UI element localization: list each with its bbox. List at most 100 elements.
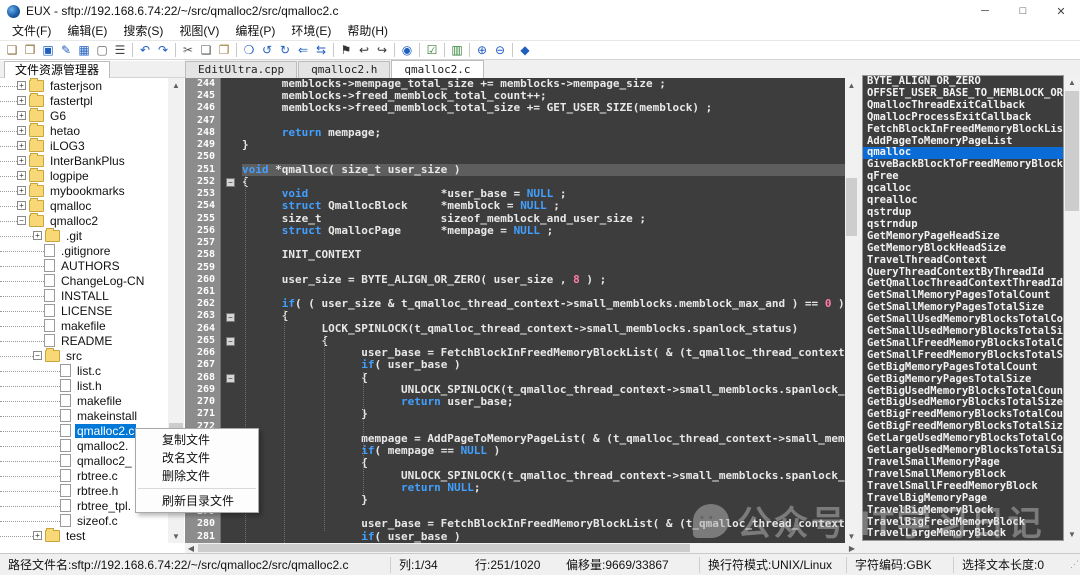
code-line[interactable]: user_size = BYTE_ALIGN_OR_ZERO( user_siz… [242,274,845,286]
code-line[interactable]: return mempage; [242,127,845,139]
function-list-item[interactable]: GiveBackBlockToFreedMemoryBlockLi [863,159,1063,171]
function-list-item[interactable]: GetMemoryBlockHeadSize [863,243,1063,255]
tree-item-fastertpl[interactable]: +fastertpl [0,93,185,108]
function-list-item[interactable]: GetSmallFreedMemoryBlocksTotalSiz [863,350,1063,362]
editor-hscrollbar[interactable]: ◀ ▶ [185,543,858,553]
tree-item-label[interactable]: hetao [48,124,82,138]
tree-item-g6[interactable]: +G6 [0,108,185,123]
tree-item--git[interactable]: + .git [0,228,185,243]
tree-item-label[interactable]: ChangeLog-CN [59,274,146,288]
expand-icon[interactable]: + [33,231,42,240]
menu-item[interactable]: 视图(V) [171,22,227,40]
function-list-item[interactable]: qstrdup [863,207,1063,219]
tree-item-label[interactable]: makeinstall [75,409,139,423]
tree-item-ilog3[interactable]: +iLOG3 [0,138,185,153]
find-prev-icon[interactable]: ↺ [258,42,276,59]
menu-item[interactable]: 帮助(H) [339,22,396,40]
function-list-item[interactable]: GetLargeUsedMemoryBlocksTotalSize [863,445,1063,457]
explorer-title-tab[interactable]: 文件资源管理器 [4,61,110,78]
function-list-item[interactable]: GetBigMemoryPagesTotalCount [863,362,1063,374]
editor-tab-qmalloc2-h[interactable]: qmalloc2.h [298,61,390,78]
save-all-icon[interactable]: ▦ [75,42,93,59]
function-list-item[interactable]: GetBigUsedMemoryBlocksTotalSize [863,397,1063,409]
expand-icon[interactable]: + [17,96,26,105]
tree-item-fasterjson[interactable]: +fasterjson [0,78,185,93]
save-icon[interactable]: ▣ [39,42,57,59]
function-list-item[interactable]: AddPageToMemoryPageList [863,136,1063,148]
tree-item-authors[interactable]: AUTHORS [0,258,185,273]
function-list-item[interactable]: qstrndup [863,219,1063,231]
editor-scroll-left-icon[interactable]: ◀ [185,543,197,553]
fold-marker-icon[interactable]: − [226,178,235,187]
tree-item-mybookmarks[interactable]: +mybookmarks [0,183,185,198]
code-line[interactable]: INIT_CONTEXT [242,249,845,261]
tree-item-src[interactable]: −src [0,348,185,363]
tree-item-qmalloc2[interactable]: −qmalloc2 [0,213,185,228]
tree-item-label[interactable]: mybookmarks [48,184,127,198]
context-menu-item[interactable]: 删除文件 [136,467,258,485]
code-line[interactable]: } [242,139,845,151]
code-line[interactable]: LOCK_SPINLOCK(t_qmalloc_thread_context->… [242,323,845,335]
tree-item-sizeof-c[interactable]: sizeof.c [0,513,185,528]
function-list-item[interactable]: GetBigUsedMemoryBlocksTotalCount [863,386,1063,398]
function-list-item[interactable]: qFree [863,171,1063,183]
resize-grip[interactable]: ⋰ [1070,559,1080,570]
menu-item[interactable]: 搜索(S) [115,22,171,40]
tree-item-label[interactable]: list.h [75,379,104,393]
tree-item-label[interactable]: makefile [59,319,108,333]
tree-item-label[interactable]: qmalloc2_ [75,454,134,468]
new-from-template-icon[interactable]: ❒ [21,42,39,59]
tree-item-label[interactable]: list.c [75,364,103,378]
function-list-item[interactable]: GetSmallUsedMemoryBlocksTotalCoun [863,314,1063,326]
expand-icon[interactable]: + [17,141,26,150]
tree-item-label[interactable]: qmalloc2.c [75,424,136,438]
tree-item-readme[interactable]: README [0,333,185,348]
find-next-icon[interactable]: ↻ [276,42,294,59]
function-list-item[interactable]: GetBigMemoryPagesTotalSize [863,374,1063,386]
function-list-item[interactable]: TravelBigMemoryPage [863,493,1063,505]
expand-icon[interactable]: + [17,201,26,210]
function-list-item[interactable]: BYTE_ALIGN_OR_ZERO [863,76,1063,88]
next-bookmark-icon[interactable]: ↪ [373,42,391,59]
code-editor[interactable]: memblocks->mempage_total_size += membloc… [242,78,845,543]
tree-item-label[interactable]: rbtree.c [75,469,120,483]
context-menu-item[interactable]: 改名文件 [136,449,258,467]
chart-icon[interactable]: ▥ [448,42,466,59]
function-list-item[interactable]: TravelBigMemoryBlock [863,505,1063,517]
tree-item-qmalloc[interactable]: +qmalloc [0,198,185,213]
zoom-in-icon[interactable]: ⊕ [473,42,491,59]
functions-scroll-down-icon[interactable]: ▼ [1064,527,1080,541]
function-list-item[interactable]: OFFSET_USER_BASE_TO_MEMBLOCK_OR_N [863,88,1063,100]
tree-item-makefile[interactable]: makefile [0,393,185,408]
function-list-item[interactable]: TravelThreadContext [863,255,1063,267]
tree-item-label[interactable]: README [59,334,114,348]
zoom-out-icon[interactable]: ⊖ [491,42,509,59]
code-line[interactable]: } [242,494,845,506]
tree-item-label[interactable]: InterBankPlus [48,154,127,168]
code-line[interactable]: } [242,408,845,420]
function-list-item[interactable]: GetBigFreedMemoryBlocksTotalCount [863,409,1063,421]
tree-item-label[interactable]: test [64,529,87,543]
tree-item-list-h[interactable]: list.h [0,378,185,393]
tree-item-test[interactable]: +test [0,528,185,543]
fold-marker-icon[interactable]: − [226,337,235,346]
context-menu-item[interactable]: 刷新目录文件 [136,492,258,510]
tree-scroll-down-icon[interactable]: ▼ [168,529,184,543]
function-list-item[interactable]: FetchBlockInFreedMemoryBlockList [863,124,1063,136]
context-menu-item[interactable]: 复制文件 [136,431,258,449]
tree-item-label[interactable]: .git [64,229,84,243]
compare-icon[interactable]: ◆ [516,42,534,59]
editor-tab-qmalloc2-c[interactable]: qmalloc2.c [391,60,483,78]
functions-scrollbar-thumb[interactable] [1065,91,1079,211]
editor-vscrollbar-thumb[interactable] [846,178,857,236]
tree-item-label[interactable]: .gitignore [59,244,112,258]
function-list-item[interactable]: TravelLargeMemoryBlock [863,528,1063,540]
menu-item[interactable]: 文件(F) [4,22,59,40]
tree-item-hetao[interactable]: +hetao [0,123,185,138]
tree-item-label[interactable]: G6 [48,109,68,123]
cut-icon[interactable]: ✂ [179,42,197,59]
tree-item-label[interactable]: INSTALL [59,289,111,303]
paste-icon[interactable]: ❐ [215,42,233,59]
replace-icon[interactable]: ⇆ [312,42,330,59]
close-file-icon[interactable]: ▢ [93,42,111,59]
